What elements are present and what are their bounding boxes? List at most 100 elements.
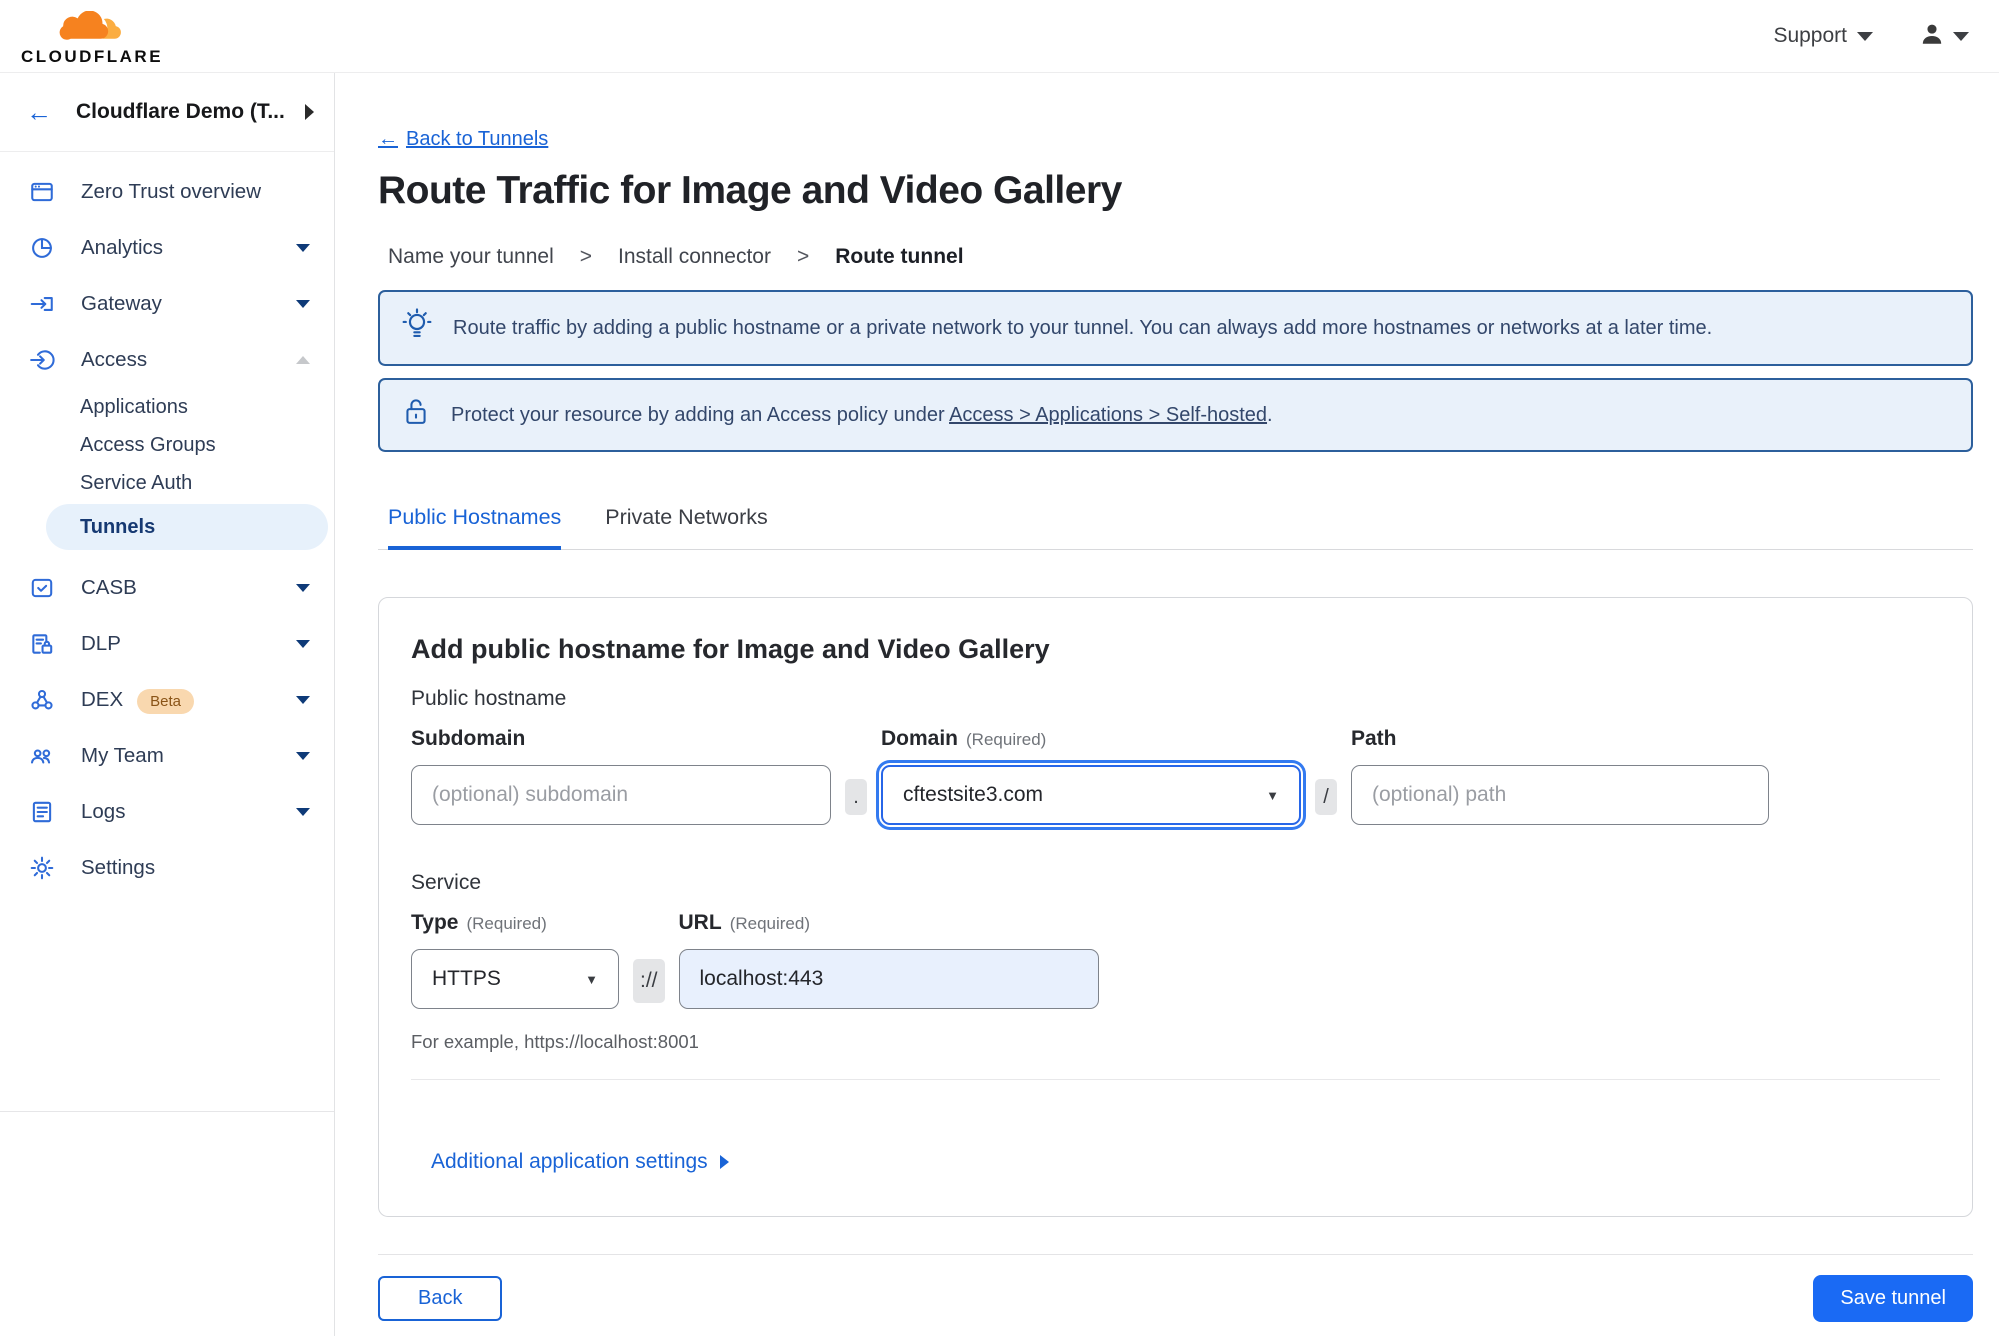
back-button[interactable]: Back [378,1276,503,1321]
dex-icon [28,687,55,714]
main-content: ← Back to Tunnels Route Traffic for Imag… [335,73,1999,1336]
sidebar-item-label: CASB [81,576,137,599]
sidebar-item-label: Access [81,348,148,371]
sidebar-divider [0,1111,334,1112]
sidebar-item-service-auth[interactable]: Service Auth [0,464,334,502]
service-type-value: HTTPS [432,967,501,990]
support-menu[interactable]: Support [1773,24,1873,48]
sidebar-item-label: Tunnels [80,515,156,538]
sidebar-item-analytics[interactable]: Analytics [0,220,334,276]
scheme-separator: :// [633,959,665,1003]
chevron-down-icon[interactable] [296,640,310,648]
path-label: Path [1351,727,1397,750]
chevron-down-icon [1953,31,1969,41]
sidebar-item-access-groups[interactable]: Access Groups [0,426,334,464]
banner-text: Protect your resource by adding an Acces… [451,403,1273,426]
card-heading: Add public hostname for Image and Video … [411,634,1050,664]
sidebar-item-casb[interactable]: CASB [0,560,334,616]
user-menu[interactable] [1919,21,1969,52]
url-example-text: For example, https://localhost:8001 [411,1031,699,1052]
access-applications-link[interactable]: Access > Applications > Self-hosted [949,404,1267,426]
slash-separator: / [1315,779,1337,815]
domain-select-value: cftestsite3.com [903,783,1044,806]
sidebar-item-label: Access Groups [80,433,216,456]
dlp-icon [28,631,55,658]
logs-icon [28,799,55,826]
back-arrow-icon[interactable]: ← [26,99,52,125]
step-name-your-tunnel[interactable]: Name your tunnel [388,245,554,269]
banner-text: Route traffic by adding a public hostnam… [453,316,1713,339]
url-label: URL [678,911,722,934]
sidebar-item-label: Zero Trust overview [81,180,261,203]
chevron-down-icon[interactable] [296,808,310,816]
back-to-tunnels-link[interactable]: ← Back to Tunnels [378,128,548,151]
sidebar-item-label: Applications [80,395,188,418]
sidebar-item-access[interactable]: Access [0,332,334,388]
sidebar-item-logs[interactable]: Logs [0,784,334,840]
dot-separator: . [845,779,867,815]
sidebar-item-dlp[interactable]: DLP [0,616,334,672]
subdomain-input[interactable] [411,765,831,825]
save-tunnel-button[interactable]: Save tunnel [1813,1275,1973,1322]
public-hostname-card: Add public hostname for Image and Video … [378,597,1973,1217]
support-label: Support [1773,24,1847,47]
info-banner-route-traffic: Route traffic by adding a public hostnam… [378,290,1973,366]
breadcrumb-separator: > [796,245,810,268]
sidebar-item-label: Settings [81,856,156,879]
back-arrow-icon: ← [378,128,398,150]
footer-divider [378,1254,1973,1255]
cloudflare-logo: CLOUDFLARE [17,5,167,67]
account-switcher[interactable]: ← Cloudflare Demo (T... [0,73,334,152]
domain-select[interactable]: cftestsite3.com ▼ [881,765,1301,825]
sidebar-item-gateway[interactable]: Gateway [0,276,334,332]
sidebar: ← Cloudflare Demo (T... Zero Trust overv… [0,73,335,1336]
domain-label: Domain [881,727,959,750]
service-url-input[interactable] [678,949,1099,1009]
sidebar-item-label: Logs [81,800,126,823]
chevron-down-icon[interactable] [296,300,310,308]
required-hint: (Required) [466,914,547,933]
sidebar-item-dex[interactable]: DEX Beta [0,672,334,728]
path-input[interactable] [1351,765,1769,825]
caret-down-icon: ▼ [585,971,598,987]
info-banner-access-policy: Protect your resource by adding an Acces… [378,378,1973,452]
service-type-select[interactable]: HTTPS ▼ [411,949,619,1009]
step-install-connector[interactable]: Install connector [618,245,771,269]
footer-actions: Back Save tunnel [378,1275,1973,1322]
my-team-icon [28,743,55,770]
chevron-down-icon[interactable] [296,696,310,704]
user-avatar-icon [1919,21,1945,52]
required-hint: (Required) [966,730,1047,749]
chevron-down-icon [1857,31,1873,41]
chevron-down-icon[interactable] [296,244,310,252]
top-header: CLOUDFLARE Support [0,0,1999,73]
tab-private-networks[interactable]: Private Networks [605,505,768,549]
tab-bar: Public Hostnames Private Networks [378,505,1973,550]
sidebar-item-label: Gateway [81,292,162,315]
chevron-down-icon[interactable] [296,584,310,592]
public-hostname-section-label: Public hostname [411,687,567,710]
page-title: Route Traffic for Image and Video Galler… [378,169,1122,212]
chevron-up-icon[interactable] [296,356,310,364]
type-label: Type [411,911,459,934]
sidebar-item-settings[interactable]: Settings [0,840,334,896]
tab-public-hostnames[interactable]: Public Hostnames [388,505,562,550]
chevron-right-icon[interactable] [305,104,314,120]
chevron-down-icon[interactable] [296,752,310,760]
step-route-tunnel: Route tunnel [835,245,964,268]
casb-icon [28,575,55,602]
additional-settings-label: Additional application settings [431,1150,708,1173]
chevron-right-icon [719,1155,729,1169]
required-hint: (Required) [729,914,810,933]
additional-settings-toggle[interactable]: Additional application settings [431,1150,729,1174]
subdomain-label: Subdomain [411,727,526,750]
sidebar-nav: Zero Trust overview Analytics Gateway Ac… [0,152,334,1112]
sidebar-item-my-team[interactable]: My Team [0,728,334,784]
sidebar-item-label: Analytics [81,236,164,259]
sidebar-item-label: DLP [81,632,121,655]
sidebar-item-tunnels[interactable]: Tunnels [46,504,328,550]
sidebar-item-zero-trust-overview[interactable]: Zero Trust overview [0,164,334,220]
service-section-label: Service [411,871,482,894]
back-link-label: Back to Tunnels [406,128,549,150]
sidebar-item-applications[interactable]: Applications [0,388,334,426]
